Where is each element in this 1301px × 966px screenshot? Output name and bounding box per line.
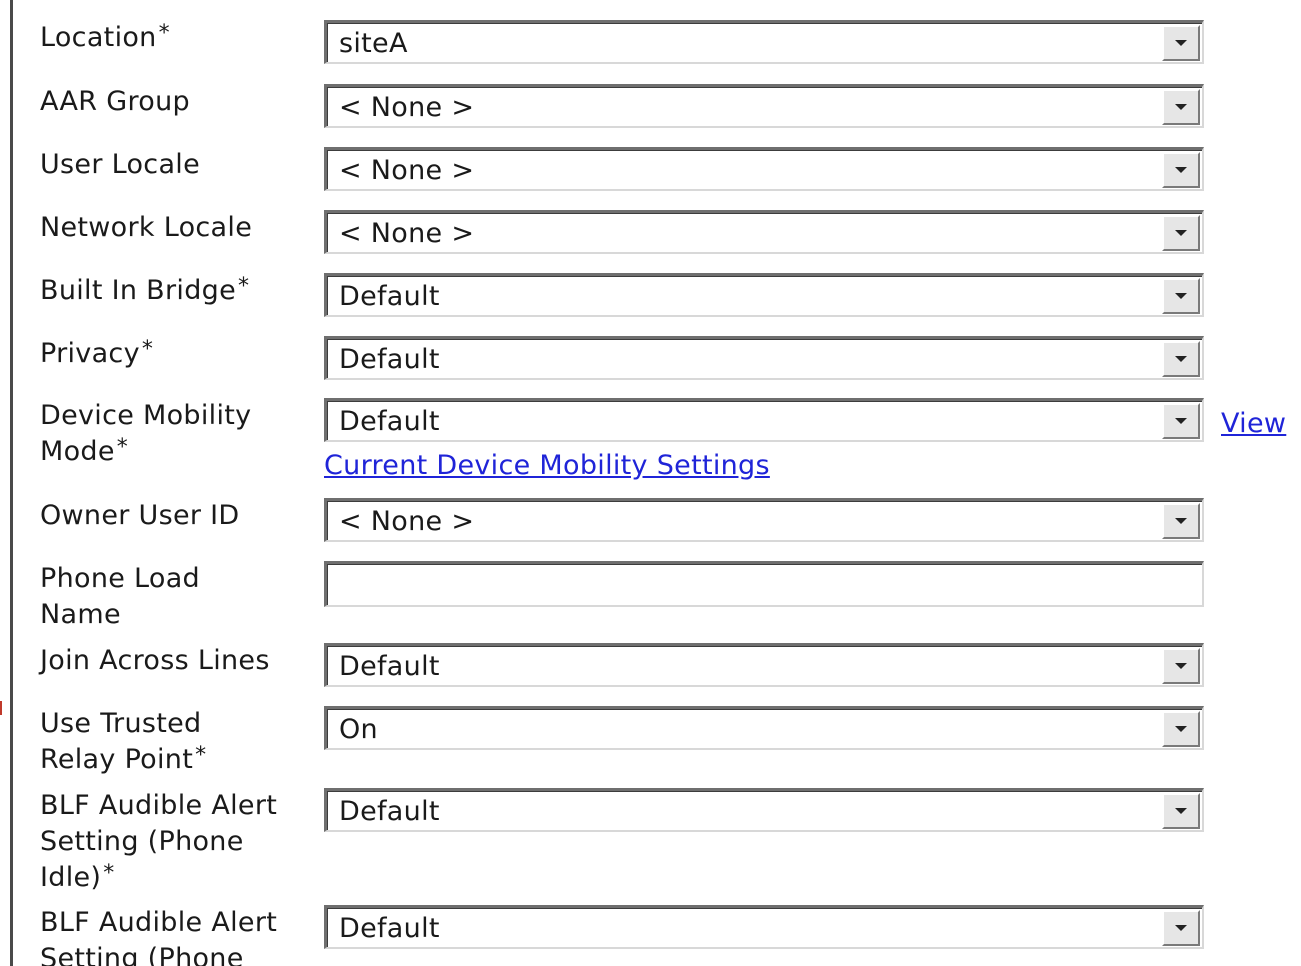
required-marker: * (195, 743, 207, 768)
built-in-bridge-label-text: Built In Bridge (40, 275, 236, 306)
location-label-text: Location (40, 22, 157, 53)
use-trusted-relay-point-label-text: Use Trusted Relay Point (40, 708, 202, 775)
user-locale-select-value: < None > (339, 155, 475, 186)
chevron-down-icon[interactable] (1162, 648, 1200, 684)
aar-group-select[interactable]: < None > (324, 84, 1204, 128)
chevron-down-icon[interactable] (1162, 403, 1200, 439)
built-in-bridge-label: Built In Bridge* (40, 273, 320, 309)
owner-user-id-label: Owner User ID (40, 498, 320, 534)
phone-load-name-input[interactable] (324, 561, 1204, 607)
required-marker: * (141, 337, 154, 362)
network-locale-select[interactable]: < None > (324, 210, 1204, 254)
user-locale-select[interactable]: < None > (324, 147, 1204, 191)
aar-group-label-text: AAR Group (40, 86, 190, 117)
view-link[interactable]: View (1221, 406, 1286, 442)
privacy-label-text: Privacy (40, 338, 140, 369)
location-select-value: siteA (339, 28, 408, 59)
use-trusted-relay-point-select[interactable]: On (324, 706, 1204, 750)
location-select[interactable]: siteA (324, 20, 1204, 64)
blf-audible-alert-busy-select[interactable]: Default (324, 905, 1204, 949)
aar-group-label: AAR Group (40, 84, 320, 120)
chevron-down-icon[interactable] (1162, 341, 1200, 377)
chevron-down-icon[interactable] (1162, 152, 1200, 188)
blf-audible-alert-idle-label-text: BLF Audible Alert Setting (Phone Idle) (40, 790, 278, 893)
chevron-down-icon[interactable] (1162, 25, 1200, 61)
built-in-bridge-select-value: Default (339, 281, 440, 312)
device-mobility-mode-select-value: Default (339, 406, 440, 437)
chevron-down-icon[interactable] (1162, 793, 1200, 829)
chevron-down-icon[interactable] (1162, 711, 1200, 747)
privacy-select[interactable]: Default (324, 336, 1204, 380)
location-label: Location* (40, 20, 320, 56)
phone-load-name-label: Phone Load Name (40, 561, 270, 633)
left-border-rule (10, 0, 13, 966)
blf-audible-alert-idle-select-value: Default (339, 796, 440, 827)
network-locale-label-text: Network Locale (40, 212, 253, 243)
current-device-mobility-settings-link[interactable]: Current Device Mobility Settings (324, 448, 770, 484)
privacy-label: Privacy* (40, 336, 320, 372)
required-marker: * (103, 861, 115, 886)
blf-audible-alert-busy-select-value: Default (339, 913, 440, 944)
network-locale-label: Network Locale (40, 210, 320, 246)
owner-user-id-select-value: < None > (339, 506, 475, 537)
device-mobility-mode-select[interactable]: Default (324, 398, 1204, 442)
join-across-lines-label-text: Join Across Lines (40, 645, 270, 676)
user-locale-label-text: User Locale (40, 149, 201, 180)
device-mobility-mode-label-text: Device Mobility Mode (40, 400, 252, 467)
use-trusted-relay-point-label: Use Trusted Relay Point* (40, 706, 270, 778)
chevron-down-icon[interactable] (1162, 215, 1200, 251)
device-mobility-mode-label: Device Mobility Mode* (40, 398, 300, 470)
join-across-lines-select-value: Default (339, 651, 440, 682)
blf-audible-alert-busy-label-text: BLF Audible Alert Setting (Phone (40, 907, 278, 966)
phone-load-name-label-text: Phone Load Name (40, 563, 200, 630)
chevron-down-icon[interactable] (1162, 89, 1200, 125)
required-marker: * (237, 274, 250, 299)
user-locale-label: User Locale (40, 147, 320, 183)
chevron-down-icon[interactable] (1162, 910, 1200, 946)
privacy-select-value: Default (339, 344, 440, 375)
blf-audible-alert-idle-label: BLF Audible Alert Setting (Phone Idle)* (40, 788, 320, 896)
join-across-lines-label: Join Across Lines (40, 643, 320, 679)
required-marker: * (116, 435, 129, 460)
use-trusted-relay-point-select-value: On (339, 714, 378, 745)
blf-audible-alert-busy-label: BLF Audible Alert Setting (Phone (40, 905, 320, 966)
chevron-down-icon[interactable] (1162, 503, 1200, 539)
owner-user-id-label-text: Owner User ID (40, 500, 240, 531)
red-edge-mark (0, 701, 7, 715)
blf-audible-alert-busy-row: BLF Audible Alert Setting (Phone Default (0, 905, 1301, 966)
required-marker: * (158, 21, 170, 46)
aar-group-select-value: < None > (339, 92, 475, 123)
join-across-lines-select[interactable]: Default (324, 643, 1204, 687)
built-in-bridge-select[interactable]: Default (324, 273, 1204, 317)
network-locale-select-value: < None > (339, 218, 475, 249)
owner-user-id-select[interactable]: < None > (324, 498, 1204, 542)
blf-audible-alert-idle-select[interactable]: Default (324, 788, 1204, 832)
chevron-down-icon[interactable] (1162, 278, 1200, 314)
